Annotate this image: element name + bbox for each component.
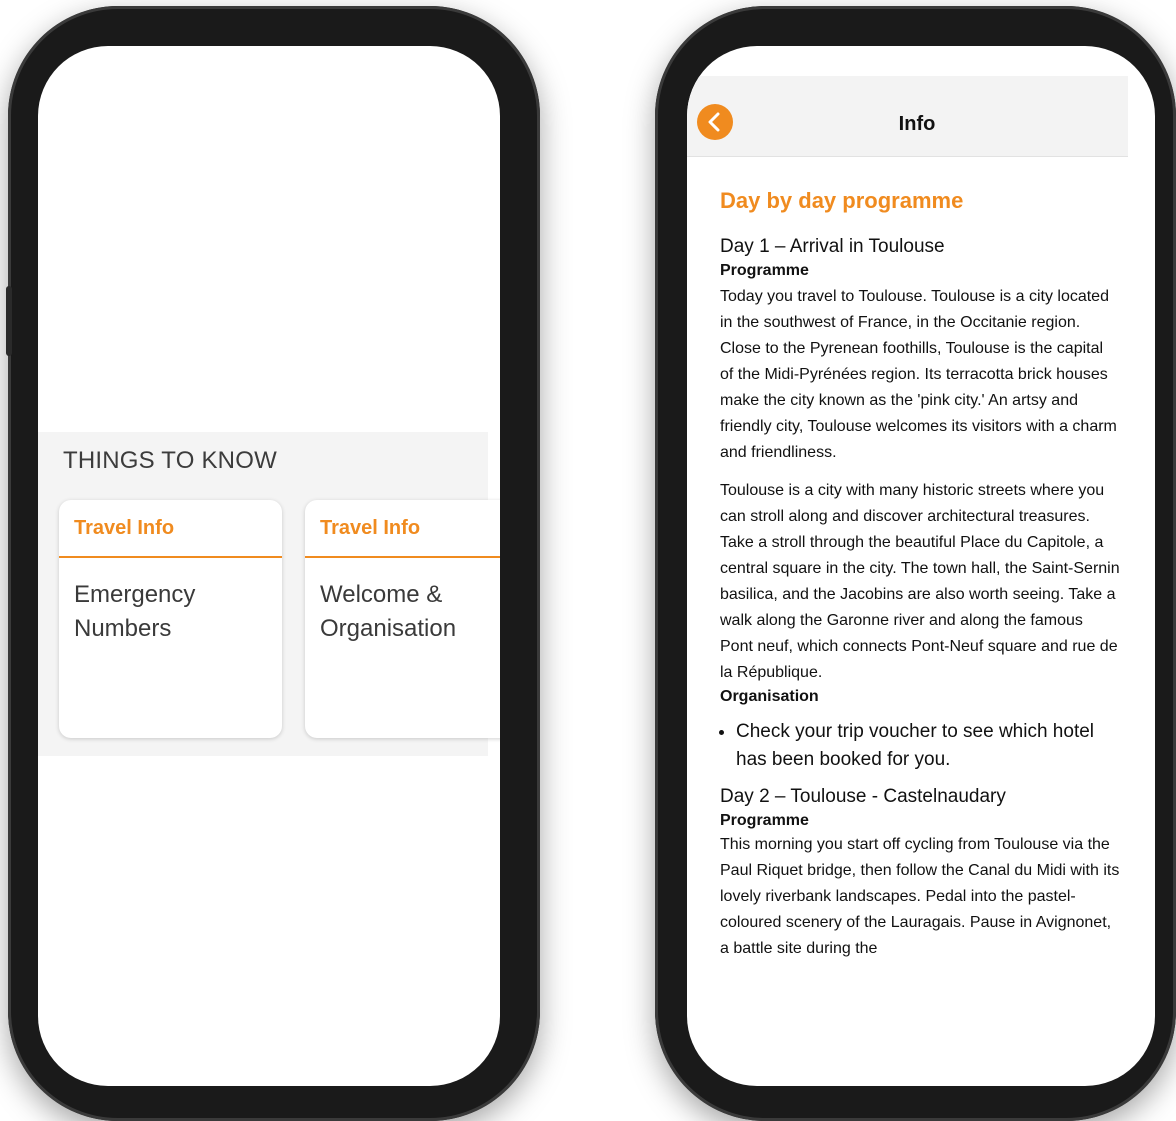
right-screen: Info Day by day programme Day 1 – Arriva…: [687, 46, 1155, 1086]
card-title: Welcome & Organisation: [305, 558, 500, 646]
day-1-paragraph: Today you travel to Toulouse. Toulouse i…: [720, 288, 1117, 461]
card-title-line: Welcome &: [320, 581, 443, 608]
card-emergency-numbers[interactable]: Travel Info Emergency Numbers: [59, 500, 282, 738]
side-button: [6, 286, 12, 356]
card-title-line: Numbers: [74, 615, 172, 642]
day-2-paragraph: This morning you start off cycling from …: [720, 836, 1120, 957]
phone-left: THINGS TO KNOW Travel Info Emergency Num…: [6, 6, 540, 1121]
card-category: Travel Info: [59, 500, 282, 558]
card-title-line: Emergency: [74, 581, 196, 608]
things-to-know-section: THINGS TO KNOW Travel Info Emergency Num…: [38, 432, 500, 756]
card-title-line: Organisation: [320, 615, 457, 642]
card-title: Emergency Numbers: [59, 558, 282, 646]
list-item: Check your trip voucher to see which hot…: [736, 718, 1120, 774]
card-category: Travel Info: [305, 500, 500, 558]
organisation-list: Check your trip voucher to see which hot…: [720, 718, 1120, 774]
day-2-title: Day 2 – Toulouse - Castelnaudary: [720, 786, 1006, 807]
day-1-paragraph: Toulouse is a city with many historic st…: [720, 482, 1120, 681]
programme-heading: Day by day programme: [720, 188, 964, 213]
info-content[interactable]: Day by day programme Day 1 – Arrival in …: [720, 186, 1120, 962]
organisation-label: Organisation: [720, 688, 819, 705]
left-screen: THINGS TO KNOW Travel Info Emergency Num…: [38, 46, 500, 1086]
programme-label: Programme: [720, 262, 809, 279]
card-welcome-organisation[interactable]: Travel Info Welcome & Organisation: [305, 500, 500, 738]
phone-right: Info Day by day programme Day 1 – Arriva…: [655, 6, 1176, 1121]
section-title: THINGS TO KNOW: [63, 447, 277, 474]
nav-header: Info: [687, 76, 1128, 157]
page-title: Info: [898, 113, 936, 135]
programme-label: Programme: [720, 812, 809, 829]
day-1-title: Day 1 – Arrival in Toulouse: [720, 236, 945, 257]
